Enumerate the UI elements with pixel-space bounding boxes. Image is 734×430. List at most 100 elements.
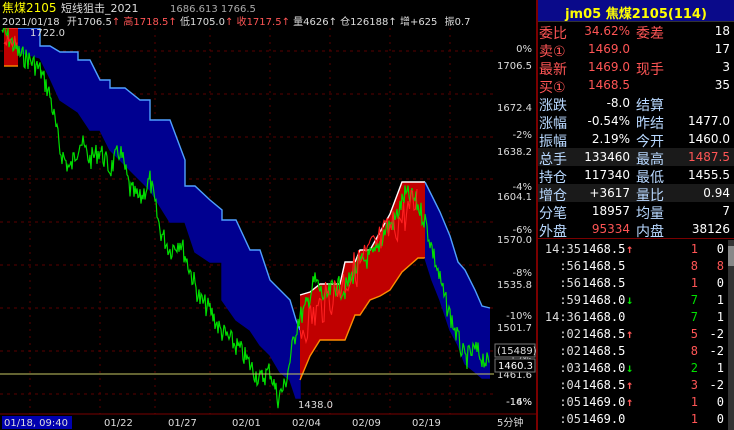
quote-value: 1469.0 bbox=[588, 60, 630, 74]
tick-price: 1468.5 bbox=[582, 378, 626, 392]
x-axis-label: 02/01 bbox=[232, 418, 261, 429]
max-price-label: 1722.0 bbox=[30, 28, 65, 39]
tick-price: 1468.5 bbox=[582, 242, 626, 256]
tick-price: 1469.0 bbox=[582, 412, 626, 426]
x-axis-label: 02/19 bbox=[412, 418, 441, 429]
tick-price: 1468.5 bbox=[582, 344, 626, 358]
tick-scrollbar[interactable] bbox=[728, 240, 734, 430]
tick-volume: 3 bbox=[690, 378, 698, 392]
period-button[interactable]: 5分钟 bbox=[497, 416, 523, 429]
y-price-label: 1672.4 bbox=[497, 103, 532, 114]
quote-row: 增仓 +3617 量比 0.94 bbox=[538, 184, 734, 204]
quote-row: 总手 133460 最高 1487.5 bbox=[538, 148, 734, 168]
quote-value: 95334 bbox=[591, 222, 630, 236]
quote-value: 17 bbox=[714, 42, 730, 56]
tick-direction-icon: ↑ bbox=[626, 242, 634, 256]
current-count: (15489) bbox=[497, 346, 537, 357]
tick-time: :03 bbox=[559, 361, 581, 375]
tick-direction-icon: ↑ bbox=[626, 395, 634, 409]
y-pct-label: -8% bbox=[513, 268, 532, 279]
tick-time: 14:35 bbox=[544, 242, 581, 256]
tick-volume: 7 bbox=[690, 293, 698, 307]
tick-price: 1468.5 bbox=[582, 327, 626, 341]
tick-time: :02 bbox=[559, 327, 581, 341]
tick-row: :02 1468.5 ↑ 5 -2 bbox=[538, 325, 734, 342]
y-pct-label: -16% bbox=[506, 397, 532, 408]
x-axis-label: 02/09 bbox=[352, 418, 381, 429]
quote-header: jm05 焦煤2105(114) bbox=[538, 0, 734, 22]
x-axis-label: 01/22 bbox=[104, 418, 133, 429]
tick-row: 14:36 1468.0 7 1 bbox=[538, 308, 734, 325]
quote-value: 1455.5 bbox=[688, 168, 730, 182]
quote-row: 持仓 117340 最低 1455.5 bbox=[538, 166, 734, 186]
y-price-label: 1638.2 bbox=[497, 147, 532, 158]
quote-value: 1477.0 bbox=[688, 114, 730, 128]
tick-direction-icon: ↑ bbox=[626, 378, 634, 392]
tick-volume: 1 bbox=[690, 395, 698, 409]
tick-row: :03 1468.0 ↓ 2 1 bbox=[538, 359, 734, 376]
quote-row: 最新 1469.0 现手 3 bbox=[538, 58, 734, 78]
tick-oi-change: 1 bbox=[716, 293, 724, 307]
tick-time: :59 bbox=[559, 293, 581, 307]
tick-price: 1468.0 bbox=[582, 293, 626, 307]
tick-volume: 5 bbox=[690, 327, 698, 341]
quote-value: 1460.0 bbox=[688, 132, 730, 146]
tick-oi-change: 1 bbox=[716, 361, 724, 375]
tick-price: 1469.0 bbox=[582, 395, 626, 409]
tick-direction-icon: ↓ bbox=[626, 293, 634, 307]
y-price-label: 1570.0 bbox=[497, 235, 532, 246]
tick-row: :02 1468.5 8 -2 bbox=[538, 342, 734, 359]
quote-value: 38126 bbox=[691, 222, 730, 236]
quote-row: 分笔 18957 均量 7 bbox=[538, 202, 734, 222]
quote-value: 1469.0 bbox=[588, 42, 630, 56]
tick-time: :05 bbox=[559, 412, 581, 426]
quote-value: -8.0 bbox=[606, 96, 630, 110]
tick-volume: 1 bbox=[690, 412, 698, 426]
tick-direction-icon: ↓ bbox=[626, 361, 634, 375]
ticks-divider bbox=[538, 238, 734, 239]
indicator-name: 短线狙击_2021 bbox=[61, 1, 139, 15]
tick-row: :56 1468.5 1 0 bbox=[538, 274, 734, 291]
y-price-label: 1706.5 bbox=[497, 61, 532, 72]
quote-value: 0.94 bbox=[703, 186, 730, 200]
quote-value: 18957 bbox=[591, 204, 630, 218]
quote-value: 117340 bbox=[584, 168, 630, 182]
tick-time: :05 bbox=[559, 395, 581, 409]
x-axis-label: 01/18, 09:40 bbox=[4, 418, 68, 429]
y-price-label: 1535.8 bbox=[497, 280, 532, 291]
quote-panel: jm05 焦煤2105(114) 委比 34.62% 委差 18 卖① 1469.0 17 最… bbox=[538, 0, 734, 430]
tick-direction-icon: ↑ bbox=[626, 327, 634, 341]
tick-scroll-thumb[interactable] bbox=[728, 246, 734, 266]
current-price-label: 1460.3 bbox=[498, 361, 533, 372]
quote-value: 1468.5 bbox=[588, 78, 630, 92]
tick-time: :04 bbox=[559, 378, 581, 392]
tick-oi-change: 0 bbox=[716, 242, 724, 256]
tick-oi-change: 0 bbox=[716, 395, 724, 409]
indicator-values: 1686.613 1766.5 bbox=[170, 4, 256, 15]
quote-row: 买① 1468.5 35 bbox=[538, 76, 734, 96]
tick-volume: 1 bbox=[690, 242, 698, 256]
tick-oi-change: 0 bbox=[716, 276, 724, 290]
tick-price: 1468.5 bbox=[582, 276, 626, 290]
tick-volume: 2 bbox=[690, 361, 698, 375]
tick-oi-change: 0 bbox=[716, 412, 724, 426]
tick-row: :05 1469.0 ↑ 1 0 bbox=[538, 393, 734, 410]
quote-value: 35 bbox=[714, 78, 730, 92]
tick-row: :05 1469.0 1 0 bbox=[538, 410, 734, 427]
tick-oi-change: 1 bbox=[716, 310, 724, 324]
bar-info-line: 2021/01/18 开1706.5↑ 高1718.5↑ 低1705.0↑ 收1… bbox=[2, 15, 471, 28]
y-pct-label: -10% bbox=[506, 311, 532, 322]
tick-oi-change: -2 bbox=[709, 378, 724, 392]
tick-volume: 8 bbox=[690, 259, 698, 273]
quote-value: +3617 bbox=[589, 186, 630, 200]
quote-title: jm05 焦煤2105(114) bbox=[565, 7, 707, 22]
tick-time: 14:36 bbox=[544, 310, 581, 324]
quote-row: 委比 34.62% 委差 18 bbox=[538, 22, 734, 42]
tick-price: 1468.0 bbox=[582, 310, 626, 324]
price-chart[interactable]: 焦煤2105 短线狙击_2021 1686.613 1766.5 2021/01… bbox=[0, 0, 538, 430]
quote-value: 2.19% bbox=[591, 132, 630, 146]
quote-value: 3 bbox=[722, 60, 730, 74]
tick-time: :02 bbox=[559, 344, 581, 358]
quote-row: 卖① 1469.0 17 bbox=[538, 40, 734, 60]
y-pct-label: 0% bbox=[516, 44, 532, 55]
